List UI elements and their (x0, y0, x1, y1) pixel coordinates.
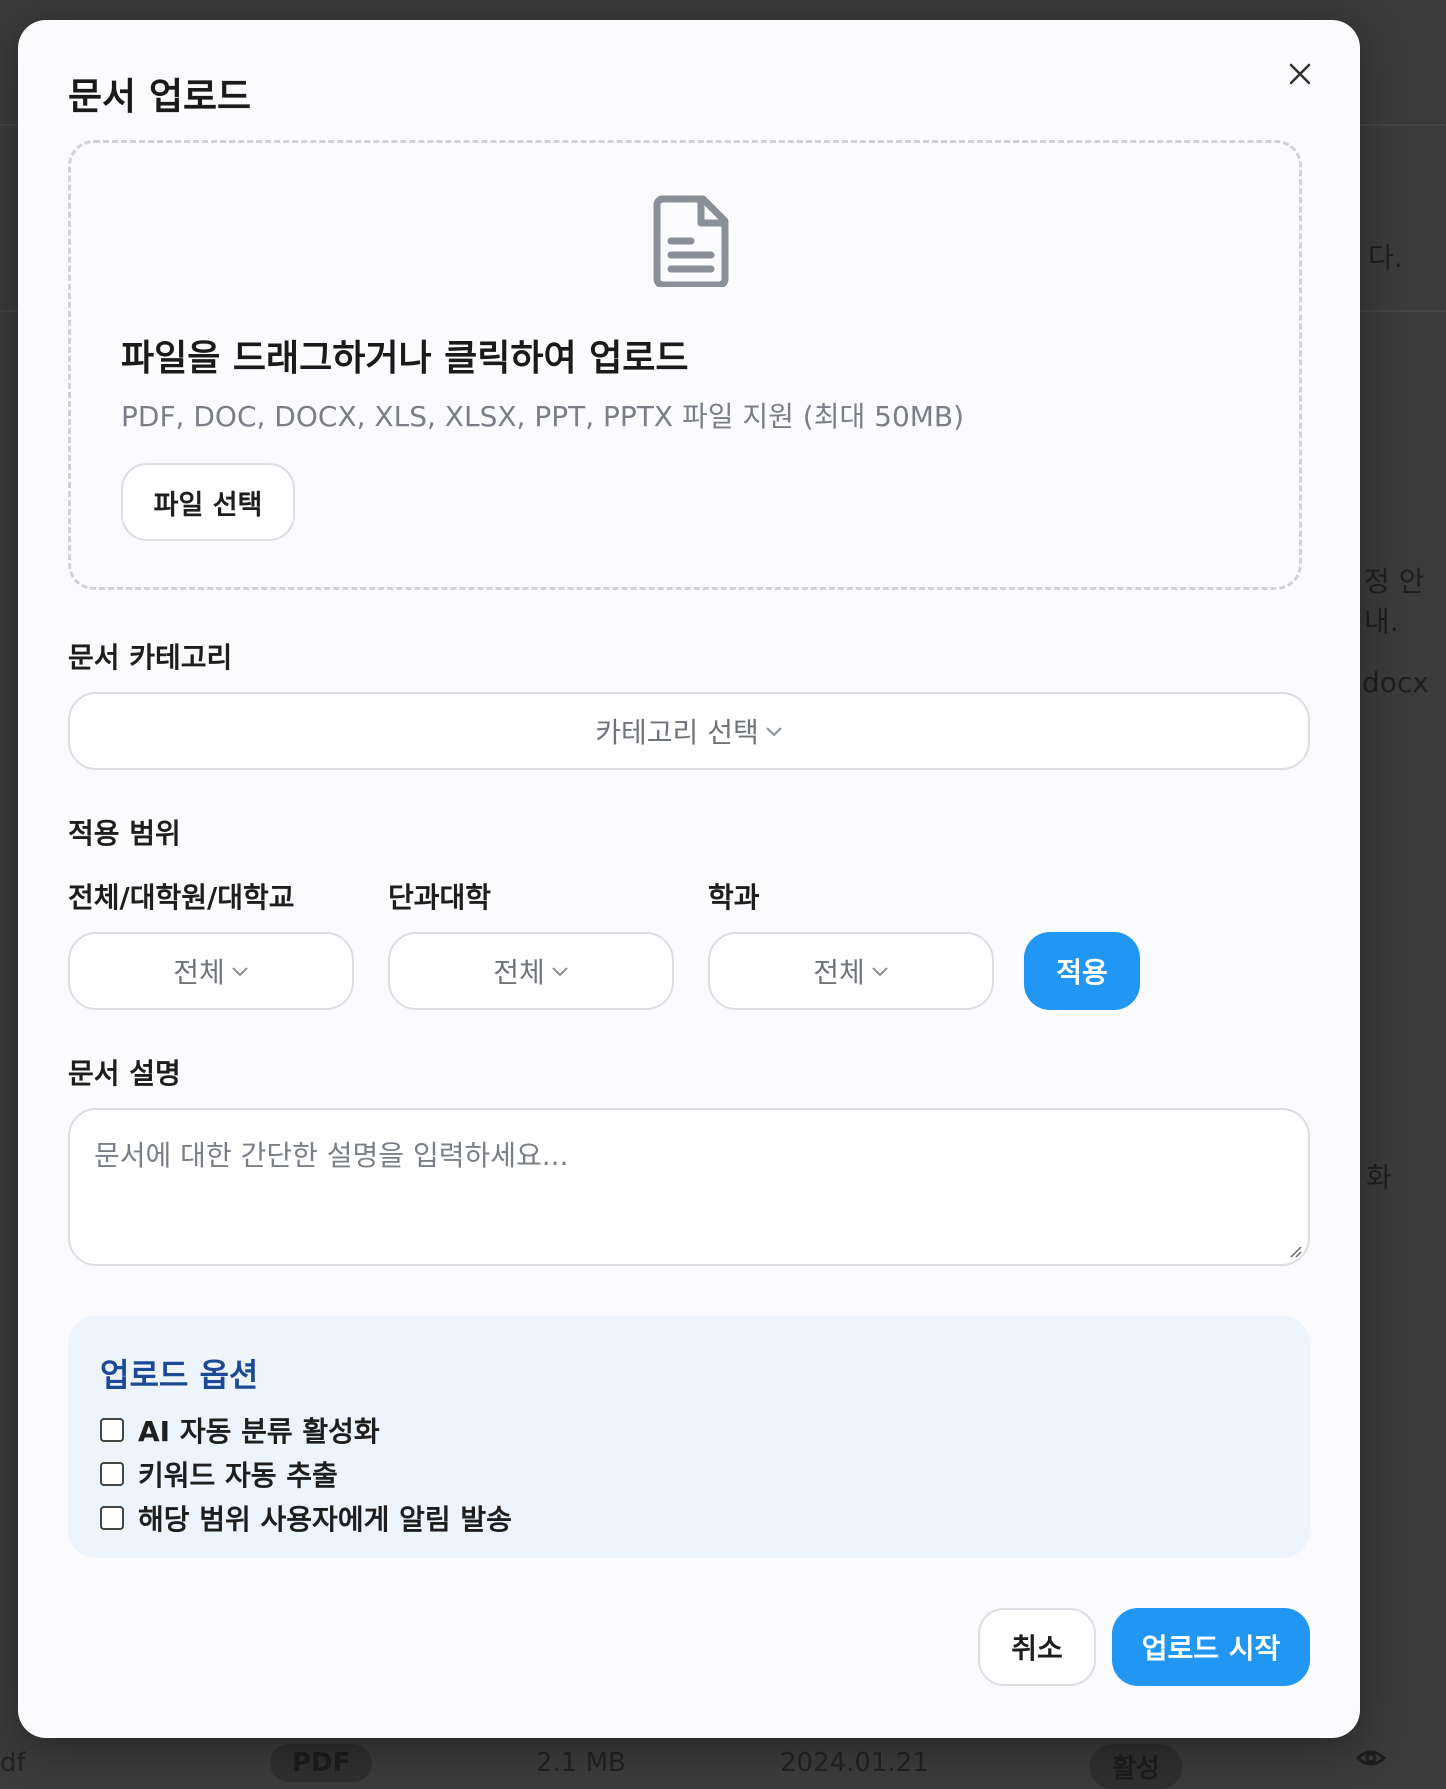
bg-text: docx (1362, 666, 1429, 699)
bg-filename: df (0, 1748, 26, 1778)
option-label: 해당 범위 사용자에게 알림 발송 (138, 1503, 512, 1536)
bg-text: 다. (1368, 241, 1403, 274)
scope-filter-label-department: 학과 (708, 881, 760, 914)
modal-title: 문서 업로드 (68, 75, 252, 118)
dropzone-subtext: PDF, DOC, DOCX, XLS, XLSX, PPT, PPTX 파일 … (121, 400, 965, 433)
resize-grip-icon[interactable] (1288, 1244, 1302, 1258)
apply-scope-button[interactable]: 적용 (1024, 932, 1140, 1010)
bg-size: 2.1 MB (536, 1748, 626, 1778)
option-notify-users[interactable]: 해당 범위 사용자에게 알림 발송 (100, 1498, 512, 1538)
level-select-value: 전체 (173, 956, 225, 989)
file-dropzone[interactable]: 파일을 드래그하거나 클릭하여 업로드 PDF, DOC, DOCX, XLS,… (68, 140, 1302, 590)
description-textarea[interactable]: 문서에 대한 간단한 설명을 입력하세요... (68, 1108, 1310, 1266)
level-select[interactable]: 전체 (68, 932, 354, 1010)
chevron-down-icon (232, 967, 248, 977)
scope-filter-label-college: 단과대학 (388, 881, 492, 914)
cancel-button[interactable]: 취소 (978, 1608, 1096, 1686)
category-label: 문서 카테고리 (68, 641, 233, 674)
bg-date: 2024.01.21 (780, 1748, 929, 1778)
scope-filter-label-level: 전체/대학원/대학교 (68, 881, 295, 914)
document-icon (653, 195, 729, 291)
description-placeholder: 문서에 대한 간단한 설명을 입력하세요... (94, 1139, 569, 1172)
start-upload-button[interactable]: 업로드 시작 (1112, 1608, 1310, 1686)
description-label: 문서 설명 (68, 1057, 181, 1090)
bg-table-row: df PDF 2.1 MB 2024.01.21 활성 (0, 1740, 1446, 1789)
notify-users-checkbox[interactable] (100, 1506, 124, 1530)
category-select[interactable]: 카테고리 선택 (68, 692, 1310, 770)
option-keyword-extract[interactable]: 키워드 자동 추출 (100, 1454, 338, 1494)
bg-text: 화 (1366, 1161, 1392, 1194)
chevron-down-icon (552, 967, 568, 977)
department-select[interactable]: 전체 (708, 932, 994, 1010)
option-label: 키워드 자동 추출 (138, 1459, 338, 1492)
dropzone-heading: 파일을 드래그하거나 클릭하여 업로드 (121, 338, 689, 379)
category-select-value: 카테고리 선택 (595, 716, 759, 749)
close-icon[interactable] (1276, 50, 1324, 98)
bg-text: 정 안내. (1364, 565, 1425, 638)
option-ai-classify[interactable]: AI 자동 분류 활성화 (100, 1410, 380, 1450)
department-select-value: 전체 (813, 956, 865, 989)
eye-icon (1355, 1746, 1387, 1777)
upload-modal: 문서 업로드 파일을 드래그하거나 클릭하여 업로드 PDF, DOC, DOC… (18, 20, 1360, 1738)
upload-options-title: 업로드 옵션 (100, 1356, 259, 1394)
college-select[interactable]: 전체 (388, 932, 674, 1010)
scope-label: 적용 범위 (68, 817, 181, 850)
ai-classify-checkbox[interactable] (100, 1418, 124, 1442)
option-label: AI 자동 분류 활성화 (138, 1415, 380, 1448)
select-file-button[interactable]: 파일 선택 (121, 463, 295, 541)
chevron-down-icon (766, 727, 782, 737)
bg-type-badge: PDF (270, 1744, 373, 1782)
keyword-extract-checkbox[interactable] (100, 1462, 124, 1486)
bg-status-badge: 활성 (1090, 1744, 1182, 1789)
upload-options-panel: 업로드 옵션 AI 자동 분류 활성화 키워드 자동 추출 해당 범위 사용자에… (68, 1316, 1310, 1558)
college-select-value: 전체 (493, 956, 545, 989)
chevron-down-icon (872, 967, 888, 977)
